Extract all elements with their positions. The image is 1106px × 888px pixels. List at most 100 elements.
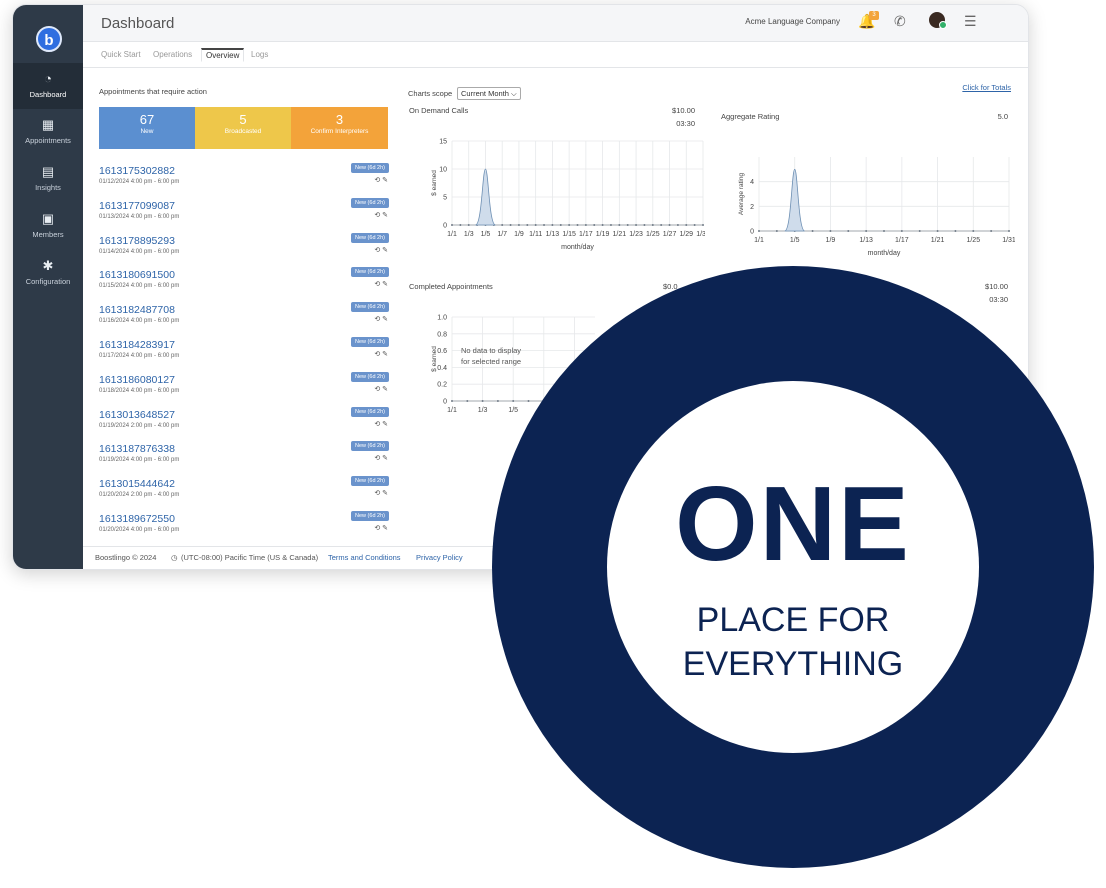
status-badge: New (6d 2h) bbox=[351, 197, 389, 208]
y-tick-label: 0 bbox=[443, 223, 447, 230]
appointment-actions-icon[interactable]: ⟲ ✎ bbox=[374, 350, 388, 358]
data-point bbox=[626, 224, 629, 226]
stat-confirm-interpreters[interactable]: 3 Confirm Interpreters bbox=[291, 107, 388, 149]
appointment-actions-icon[interactable]: ⟲ ✎ bbox=[374, 385, 388, 393]
series-area bbox=[784, 168, 806, 232]
sidebar-item-label: Members bbox=[32, 230, 64, 239]
appointment-datetime: 01/15/2024 4:00 pm - 6:00 pm bbox=[99, 283, 180, 290]
appointment-datetime: 01/16/2024 4:00 pm - 6:00 pm bbox=[99, 318, 180, 325]
chart-title-completed: Completed Appointments bbox=[409, 282, 493, 291]
appointment-row[interactable]: 1613015444642 01/20/2024 2:00 pm - 4:00 p… bbox=[99, 476, 389, 512]
terms-link[interactable]: Terms and Conditions bbox=[328, 553, 401, 562]
data-point bbox=[660, 224, 663, 226]
data-point bbox=[496, 400, 499, 402]
data-point bbox=[918, 230, 921, 232]
completed-time: 03:30 bbox=[989, 295, 1008, 304]
tab-operations[interactable]: Operations bbox=[153, 50, 192, 59]
appointment-id[interactable]: 1613184283917 bbox=[99, 339, 175, 351]
tab-quick-start[interactable]: Quick Start bbox=[101, 50, 141, 59]
appointment-actions-icon[interactable]: ⟲ ✎ bbox=[374, 315, 388, 323]
no-data-line2: for selected range bbox=[461, 357, 522, 366]
sidebar-item-dashboard[interactable]: ◔ Dashboard bbox=[13, 63, 83, 109]
x-tick-label: 1/1 bbox=[447, 231, 457, 238]
privacy-link[interactable]: Privacy Policy bbox=[416, 553, 463, 562]
data-point bbox=[593, 224, 596, 226]
no-data-message: No data to display for selected range bbox=[461, 345, 521, 367]
phone-icon[interactable]: ✆ bbox=[894, 13, 906, 30]
appointment-id[interactable]: 1613178895293 bbox=[99, 235, 175, 247]
appointment-actions-icon[interactable]: ⟲ ✎ bbox=[374, 524, 388, 532]
sidebar-item-label: Configuration bbox=[25, 277, 71, 286]
appointment-row[interactable]: 1613177099087 01/13/2024 4:00 pm - 6:00 p… bbox=[99, 197, 389, 234]
appointment-id[interactable]: 1613015444642 bbox=[99, 478, 175, 490]
tab-overview[interactable]: Overview bbox=[201, 48, 245, 62]
y-tick-label: 5 bbox=[443, 195, 447, 202]
appointment-id[interactable]: 1613180691500 bbox=[99, 269, 175, 281]
stat-new[interactable]: 67 New bbox=[99, 107, 195, 149]
data-point bbox=[526, 224, 529, 226]
x-tick-label: 1/27 bbox=[663, 231, 677, 238]
charts-scope-select[interactable]: Current Month ⌵ bbox=[457, 87, 521, 100]
data-point bbox=[900, 230, 903, 232]
appointment-id[interactable]: 1613175302882 bbox=[99, 165, 175, 177]
data-point bbox=[618, 224, 621, 226]
on-demand-time: 03:30 bbox=[676, 119, 695, 128]
promo-tagline: PLACE FOR EVERYTHING bbox=[607, 598, 979, 686]
appointment-id[interactable]: 1613189672550 bbox=[99, 513, 175, 525]
online-status-icon bbox=[939, 21, 947, 29]
appointment-actions-icon[interactable]: ⟲ ✎ bbox=[374, 489, 388, 497]
appointment-actions-icon[interactable]: ⟲ ✎ bbox=[374, 420, 388, 428]
appointment-row[interactable]: 1613184283917 01/17/2024 4:00 pm - 6:00 p… bbox=[99, 337, 389, 373]
appointment-actions-icon[interactable]: ⟲ ✎ bbox=[374, 211, 388, 219]
appointment-row[interactable]: 1613182487708 01/16/2024 4:00 pm - 6:00 p… bbox=[99, 302, 389, 338]
appointment-row[interactable]: 1613178895293 01/14/2024 4:00 pm - 6:00 p… bbox=[99, 232, 389, 269]
x-tick-label: 1/5 bbox=[481, 231, 491, 238]
x-tick-label: 1/17 bbox=[579, 231, 593, 238]
appointment-actions-icon[interactable]: ⟲ ✎ bbox=[374, 454, 388, 462]
appointment-row[interactable]: 1613180691500 01/15/2024 4:00 pm - 6:00 p… bbox=[99, 267, 389, 303]
y-tick-label: 15 bbox=[439, 139, 447, 146]
appointment-actions-icon[interactable]: ⟲ ✎ bbox=[374, 176, 388, 184]
data-point bbox=[651, 224, 654, 226]
y-tick-label: 10 bbox=[439, 167, 447, 174]
y-tick-label: 0.2 bbox=[437, 382, 447, 389]
appointment-row[interactable]: 1613187876338 01/19/2024 4:00 pm - 6:00 p… bbox=[99, 441, 389, 477]
appointment-row[interactable]: 1613013648527 01/19/2024 2:00 pm - 4:00 p… bbox=[99, 406, 389, 443]
clock-icon: ◷ bbox=[171, 553, 178, 562]
footer-timezone[interactable]: (UTC-08:00) Pacific Time (US & Canada) bbox=[181, 553, 318, 562]
appointment-row[interactable]: 1613189672550 01/20/2024 4:00 pm - 6:00 p… bbox=[99, 511, 389, 547]
data-point bbox=[501, 224, 504, 226]
appointment-datetime: 01/19/2024 2:00 pm - 4:00 pm bbox=[99, 422, 180, 429]
appointment-id[interactable]: 1613182487708 bbox=[99, 304, 175, 316]
sidebar-item-insights[interactable]: ▤ Insights bbox=[13, 164, 83, 192]
y-axis-label: $ earned bbox=[431, 346, 438, 372]
sidebar-item-configuration[interactable]: ✱ Configuration bbox=[13, 258, 83, 286]
data-point bbox=[865, 230, 868, 232]
appointment-id[interactable]: 1613186080127 bbox=[99, 374, 175, 386]
tab-logs[interactable]: Logs bbox=[251, 50, 268, 59]
appointment-id[interactable]: 1613187876338 bbox=[99, 443, 175, 455]
appointment-actions-icon[interactable]: ⟲ ✎ bbox=[374, 280, 388, 288]
appointment-actions-icon[interactable]: ⟲ ✎ bbox=[374, 246, 388, 254]
x-tick-label: 1/25 bbox=[646, 231, 660, 238]
stat-broadcasted[interactable]: 5 Broadcasted bbox=[195, 107, 291, 149]
status-badge: New (6d 2h) bbox=[351, 337, 389, 347]
data-point bbox=[668, 224, 671, 226]
data-point bbox=[685, 224, 688, 226]
x-tick-label: 1/9 bbox=[826, 237, 836, 244]
appointment-id[interactable]: 1613177099087 bbox=[99, 200, 175, 212]
avatar[interactable] bbox=[929, 12, 947, 29]
appointment-row[interactable]: 1613175302882 01/12/2024 4:00 pm - 6:00 p… bbox=[99, 163, 389, 199]
appointment-row[interactable]: 1613186080127 01/18/2024 4:00 pm - 6:00 p… bbox=[99, 371, 389, 408]
appointment-id[interactable]: 1613013648527 bbox=[99, 409, 175, 421]
data-point bbox=[936, 230, 939, 232]
x-tick-label: 1/3 bbox=[464, 231, 474, 238]
sidebar-item-members[interactable]: ▣ Members bbox=[13, 211, 83, 239]
company-name[interactable]: Acme Language Company bbox=[745, 17, 840, 26]
sidebar-item-appointments[interactable]: ▦ Appointments bbox=[13, 117, 83, 145]
server-menu-icon[interactable]: ☰ bbox=[964, 13, 977, 30]
totals-link[interactable]: Click for Totals bbox=[962, 83, 1011, 92]
x-tick-label: 1/1 bbox=[754, 237, 764, 244]
x-tick-label: 1/31 bbox=[696, 231, 705, 238]
boostlingo-logo[interactable]: b bbox=[36, 26, 62, 52]
